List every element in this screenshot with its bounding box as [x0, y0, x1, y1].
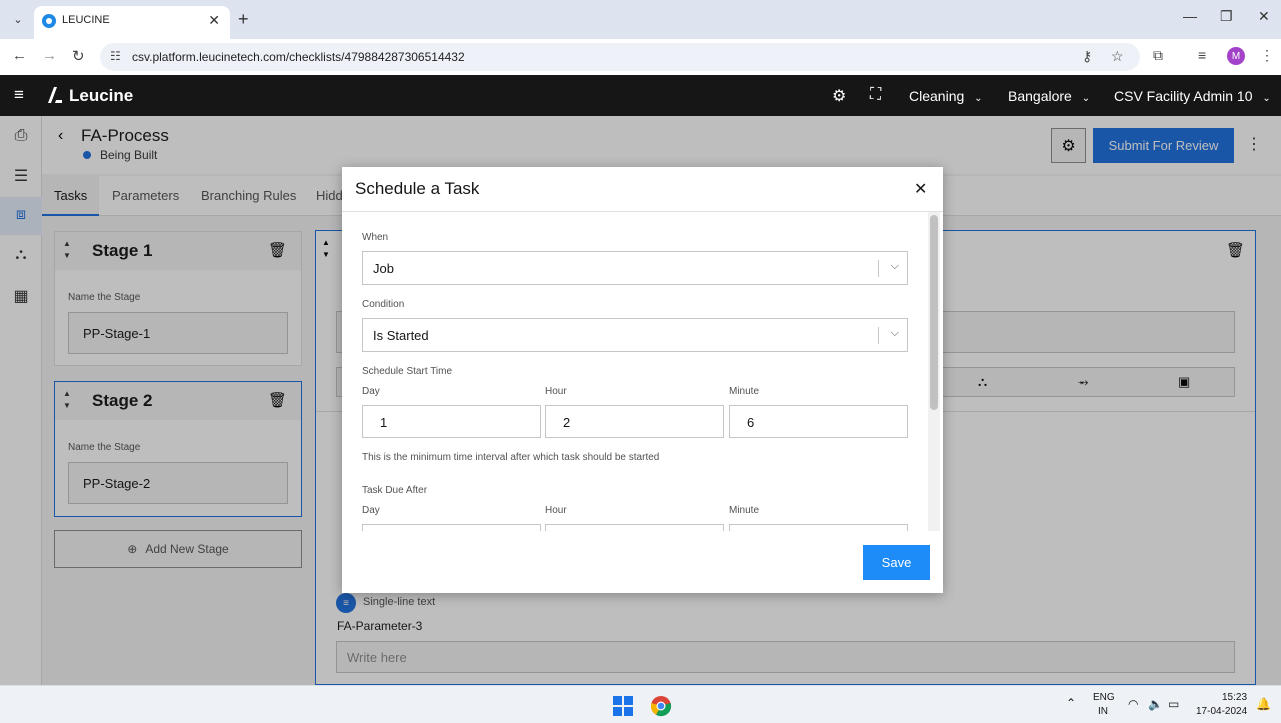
when-select[interactable]: Job ⌵ [362, 251, 908, 285]
reload-icon[interactable]: ↻ [72, 47, 85, 65]
settings-gear-icon[interactable]: ⚙ [832, 86, 846, 106]
new-tab-icon[interactable]: + [238, 9, 249, 30]
language-code[interactable]: ENG [1093, 692, 1115, 703]
battery-icon[interactable]: ▭ [1168, 697, 1179, 711]
windows-taskbar: ⌃ ENG IN ◠ 🔈 ▭ 15:23 17-04-2024 🔔 [0, 685, 1281, 723]
tray-chevron-up-icon[interactable]: ⌃ [1066, 696, 1076, 710]
app-header: ≡ Leucine ⚙ ⛶ Cleaning ⌄ Bangalore ⌄ CSV… [0, 75, 1281, 116]
clock-time[interactable]: 15:23 [1222, 692, 1247, 703]
browser-tab-bar: ⌄ LEUCINE ✕ + — ❐ ✕ [0, 0, 1281, 39]
leucine-logo-icon [48, 87, 62, 103]
reading-list-icon[interactable]: ≡ [1198, 47, 1206, 63]
day-label: Day [362, 386, 380, 397]
start-hour-input[interactable]: 2 [545, 405, 724, 438]
facility-label: Cleaning [909, 88, 965, 104]
close-window-icon[interactable]: ✕ [1258, 8, 1270, 25]
site-info-icon[interactable]: ☷ [110, 49, 121, 63]
select-divider [878, 260, 879, 277]
url-input[interactable]: ☷ csv.platform.leucinetech.com/checklist… [100, 43, 1140, 71]
bookmark-star-icon[interactable]: ☆ [1111, 48, 1124, 65]
forward-arrow-icon[interactable]: → [42, 47, 57, 64]
site-label: Bangalore [1008, 88, 1072, 104]
when-value: Job [373, 261, 394, 276]
hamburger-menu-icon[interactable]: ≡ [14, 85, 24, 105]
restore-icon[interactable]: ❐ [1220, 8, 1233, 25]
brand-name: Leucine [69, 86, 134, 105]
select-divider [878, 327, 879, 344]
condition-value: Is Started [373, 328, 429, 343]
chrome-menu-icon[interactable]: ⋮ [1260, 47, 1274, 64]
back-arrow-icon[interactable]: ← [12, 47, 27, 64]
windows-start-icon[interactable] [613, 696, 633, 716]
condition-label: Condition [362, 299, 405, 310]
chevron-down-icon: ⌵ [890, 327, 899, 339]
address-bar: ← → ↻ ☷ csv.platform.leucinetech.com/che… [0, 39, 1281, 75]
profile-avatar[interactable]: M [1227, 47, 1245, 65]
chevron-down-icon: ⌵ [890, 260, 899, 272]
password-key-icon[interactable]: ⚷ [1082, 48, 1092, 65]
modal-scrollbar-thumb[interactable] [930, 215, 938, 410]
chevron-down-icon: ⌄ [1262, 93, 1271, 104]
chevron-down-icon: ⌄ [974, 93, 983, 104]
tab-title: LEUCINE [62, 14, 110, 26]
minute-label: Minute [729, 386, 760, 397]
tab-search-icon[interactable]: ⌄ [8, 9, 28, 29]
start-time-heading: Schedule Start Time [362, 366, 453, 377]
schedule-task-modal: Schedule a Task ✕ When Job ⌵ Condition I… [342, 167, 943, 593]
condition-select[interactable]: Is Started ⌵ [362, 318, 908, 352]
site-selector[interactable]: Bangalore ⌄ [1008, 88, 1090, 104]
volume-icon[interactable]: 🔈 [1148, 697, 1163, 711]
close-icon[interactable]: ✕ [914, 179, 927, 199]
chrome-taskbar-icon[interactable] [650, 695, 672, 717]
url-text: csv.platform.leucinetech.com/checklists/… [132, 50, 465, 64]
user-label: CSV Facility Admin 10 [1114, 88, 1253, 104]
start-time-help: This is the minimum time interval after … [362, 452, 660, 463]
save-button[interactable]: Save [863, 545, 930, 580]
minimize-icon[interactable]: — [1183, 8, 1197, 24]
start-day-input[interactable]: 1 [362, 405, 541, 438]
day-label: Day [362, 505, 380, 516]
clock-date[interactable]: 17-04-2024 [1196, 706, 1247, 717]
due-after-heading: Task Due After [362, 485, 428, 496]
start-minute-input[interactable]: 6 [729, 405, 908, 438]
notification-bell-icon[interactable]: 🔔 [1256, 697, 1271, 711]
modal-footer [342, 531, 943, 593]
wifi-icon[interactable]: ◠ [1128, 697, 1138, 711]
extensions-icon[interactable]: ⧉ [1153, 47, 1163, 64]
chevron-down-icon: ⌄ [1081, 93, 1091, 104]
hour-label: Hour [545, 386, 567, 397]
hour-label: Hour [545, 505, 567, 516]
close-tab-icon[interactable]: ✕ [208, 12, 220, 29]
modal-divider [342, 211, 943, 212]
minute-label: Minute [729, 505, 760, 516]
modal-title: Schedule a Task [355, 179, 480, 198]
browser-tab[interactable]: LEUCINE ✕ [34, 6, 230, 39]
language-region[interactable]: IN [1098, 706, 1108, 717]
when-label: When [362, 232, 389, 243]
scan-icon[interactable]: ⛶ [870, 86, 881, 104]
facility-selector[interactable]: Cleaning ⌄ [909, 88, 983, 104]
user-selector[interactable]: CSV Facility Admin 10 ⌄ [1114, 88, 1271, 104]
leucine-favicon-icon [42, 14, 56, 28]
